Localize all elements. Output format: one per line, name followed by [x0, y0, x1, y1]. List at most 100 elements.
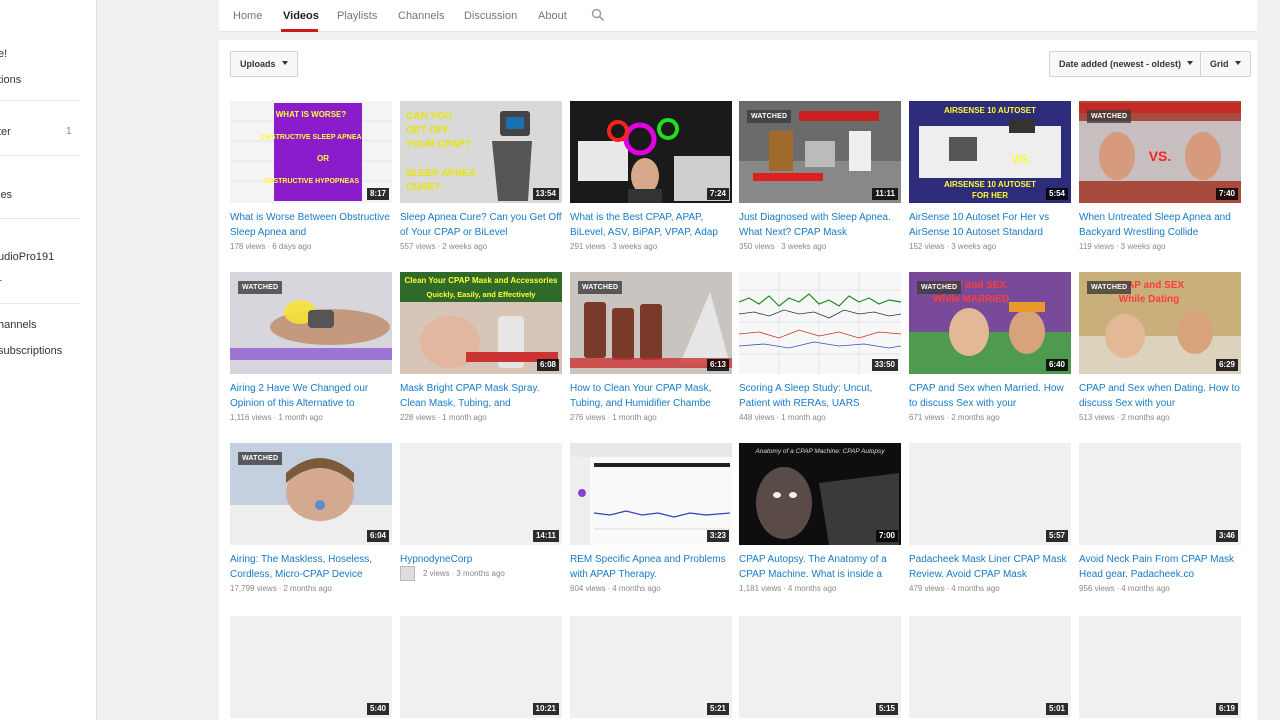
video-thumbnail[interactable]: 10:21 [400, 616, 562, 718]
video-meta: 671 views · 2 months ago [909, 413, 1000, 422]
sidebar-item-4[interactable]: udioPro191 [0, 251, 54, 263]
tab-videos[interactable]: Videos [283, 10, 319, 22]
video-title[interactable]: AirSense 10 Autoset For Her vs AirSense … [909, 210, 1071, 240]
thumb-text: OBSTRUCTIVE SLEEP APNEA [260, 134, 361, 141]
video-title[interactable]: Just Diagnosed with Sleep Apnea. What Ne… [739, 210, 901, 240]
thumb-text: FOR HER [972, 191, 1008, 200]
sidebar-item-3[interactable]: ies [0, 189, 12, 201]
video-card[interactable]: CPAP and SEX While Dating WATCHED 6:29 C… [1079, 272, 1241, 423]
video-title[interactable]: CPAP Autopsy. The Anatomy of a CPAP Mach… [739, 552, 901, 582]
uploads-dropdown[interactable]: Uploads [230, 51, 298, 77]
video-card[interactable]: 6:19 [1079, 616, 1241, 718]
video-thumbnail[interactable]: 5:01 [909, 616, 1071, 718]
view-dropdown[interactable]: Grid [1200, 51, 1251, 77]
video-title[interactable]: When Untreated Sleep Apnea and Backyard … [1079, 210, 1241, 240]
video-card[interactable]: WATCHED 6:13 How to Clean Your CPAP Mask… [570, 272, 732, 423]
video-card[interactable]: CAN YOU GET OFF YOUR CPAP? SLEEP APNEA C… [400, 101, 562, 252]
video-title[interactable]: CPAP and Sex when Dating. How to discuss… [1079, 381, 1241, 411]
video-title[interactable]: Sleep Apnea Cure? Can you Get Off of You… [400, 210, 562, 240]
sidebar-item-5[interactable]: r [0, 277, 2, 289]
video-thumbnail[interactable]: 6:19 [1079, 616, 1241, 718]
video-title[interactable]: Airing 2 Have We Changed our Opinion of … [230, 381, 392, 411]
tab-channels[interactable]: Channels [398, 10, 444, 22]
sidebar-item-7[interactable]: subscriptions [0, 345, 62, 357]
video-thumbnail[interactable]: 3:46 [1079, 443, 1241, 545]
video-title[interactable]: Scoring A Sleep Study: Uncut, Patient wi… [739, 381, 901, 411]
tab-home[interactable]: Home [233, 10, 262, 22]
sidebar-item-1[interactable]: tions [0, 74, 21, 86]
video-card[interactable]: WATCHED Airing 2 Have We Changed our Opi… [230, 272, 392, 423]
video-card[interactable]: VS. WATCHED 7:40 When Untreated Sleep Ap… [1079, 101, 1241, 252]
video-thumbnail[interactable]: Anatomy of a CPAP Machine: CPAP Autopsy … [739, 443, 901, 545]
video-thumbnail[interactable]: WATCHED 6:13 [570, 272, 732, 374]
video-card[interactable]: 14:11 HypnodyneCorp 2 views · 3 months ago [400, 443, 562, 581]
tab-discussion[interactable]: Discussion [464, 10, 517, 22]
video-card[interactable]: 33:50 Scoring A Sleep Study: Uncut, Pati… [739, 272, 901, 423]
video-thumbnail[interactable]: VS. WATCHED 7:40 [1079, 101, 1241, 203]
video-title[interactable]: What is Worse Between Obstructive Sleep … [230, 210, 392, 240]
video-title[interactable]: What is the Best CPAP, APAP, BiLevel, AS… [570, 210, 732, 240]
video-thumbnail[interactable]: 5:57 [909, 443, 1071, 545]
video-thumbnail[interactable]: WHAT IS WORSE? OBSTRUCTIVE SLEEP APNEA O… [230, 101, 392, 203]
video-thumbnail[interactable]: 5:40 [230, 616, 392, 718]
video-duration: 3:46 [1215, 530, 1238, 542]
sidebar-divider [0, 155, 80, 156]
video-thumbnail[interactable]: Clean Your CPAP Mask and Accessories Qui… [400, 272, 562, 374]
video-thumbnail[interactable]: 7:24 [570, 101, 732, 203]
search-icon[interactable] [591, 8, 605, 22]
sidebar-item-2[interactable]: ter [0, 126, 11, 138]
tab-about[interactable]: About [538, 10, 567, 22]
video-thumbnail[interactable]: WATCHED [230, 272, 392, 374]
video-title[interactable]: CPAP and Sex when Married. How to discus… [909, 381, 1071, 411]
video-duration: 5:21 [706, 703, 729, 715]
video-thumbnail[interactable]: CPAP and SEX While Dating WATCHED 6:29 [1079, 272, 1241, 374]
upload-age: 4 months ago [951, 584, 1000, 593]
video-card[interactable]: 5:40 [230, 616, 392, 718]
video-thumbnail[interactable]: CPAP and SEX While MARRIED WATCHED 6:40 [909, 272, 1071, 374]
video-card[interactable]: 3:46 Avoid Neck Pain From CPAP Mask Head… [1079, 443, 1241, 594]
video-title[interactable]: Padacheek Mask Liner CPAP Mask Review. A… [909, 552, 1071, 582]
channel-avatar[interactable] [400, 566, 415, 581]
video-title[interactable]: How to Clean Your CPAP Mask, Tubing, and… [570, 381, 732, 411]
video-duration: 5:54 [1045, 188, 1068, 200]
video-card[interactable]: 10:21 [400, 616, 562, 718]
video-thumbnail[interactable]: CAN YOU GET OFF YOUR CPAP? SLEEP APNEA C… [400, 101, 562, 203]
sort-dropdown[interactable]: Date added (newest - oldest) [1049, 51, 1204, 77]
video-card[interactable]: 5:15 [739, 616, 901, 718]
chevron-down-icon [1234, 61, 1241, 65]
video-thumbnail[interactable]: 5:15 [739, 616, 901, 718]
video-card[interactable]: AIRSENSE 10 AUTOSET VS. AIRSENSE 10 AUTO… [909, 101, 1071, 252]
sidebar-item-6[interactable]: hannels [0, 319, 37, 331]
video-thumbnail[interactable]: 33:50 [739, 272, 901, 374]
video-thumbnail[interactable]: 14:11 [400, 443, 562, 545]
sidebar-divider [0, 303, 80, 304]
thumb-text: While MARRIED [933, 294, 1009, 305]
upload-age: 4 months ago [1121, 584, 1170, 593]
video-thumbnail[interactable]: AIRSENSE 10 AUTOSET VS. AIRSENSE 10 AUTO… [909, 101, 1071, 203]
video-title[interactable]: Airing: The Maskless, Hoseless, Cordless… [230, 552, 392, 582]
video-card[interactable]: 7:24 What is the Best CPAP, APAP, BiLeve… [570, 101, 732, 252]
thumb-text: AIRSENSE 10 AUTOSET [944, 106, 1036, 115]
video-card[interactable]: 5:01 [909, 616, 1071, 718]
video-duration: 14:11 [532, 530, 559, 542]
video-thumbnail[interactable]: 5:21 [570, 616, 732, 718]
video-card[interactable]: 5:57 Padacheek Mask Liner CPAP Mask Revi… [909, 443, 1071, 594]
video-thumbnail[interactable]: WATCHED 11:11 [739, 101, 901, 203]
video-card[interactable]: 3:23 REM Specific Apnea and Problems wit… [570, 443, 732, 594]
video-card[interactable]: Anatomy of a CPAP Machine: CPAP Autopsy … [739, 443, 901, 594]
video-card[interactable]: 5:21 [570, 616, 732, 718]
sidebar-item-0[interactable]: e! [0, 48, 7, 60]
video-thumbnail[interactable]: 3:23 [570, 443, 732, 545]
video-thumbnail[interactable]: WATCHED 6:04 [230, 443, 392, 545]
video-title[interactable]: Mask Bright CPAP Mask Spray. Clean Mask,… [400, 381, 562, 411]
video-card[interactable]: WHAT IS WORSE? OBSTRUCTIVE SLEEP APNEA O… [230, 101, 392, 252]
video-duration: 33:50 [871, 359, 898, 371]
thumb-text: CURE? [406, 182, 440, 193]
video-title[interactable]: Avoid Neck Pain From CPAP Mask Head gear… [1079, 552, 1241, 582]
video-card[interactable]: WATCHED 6:04 Airing: The Maskless, Hosel… [230, 443, 392, 594]
video-card[interactable]: WATCHED 11:11 Just Diagnosed with Sleep … [739, 101, 901, 252]
video-card[interactable]: CPAP and SEX While MARRIED WATCHED 6:40 … [909, 272, 1071, 423]
tab-playlists[interactable]: Playlists [337, 10, 377, 22]
video-card[interactable]: Clean Your CPAP Mask and Accessories Qui… [400, 272, 562, 423]
video-title[interactable]: REM Specific Apnea and Problems with APA… [570, 552, 732, 582]
